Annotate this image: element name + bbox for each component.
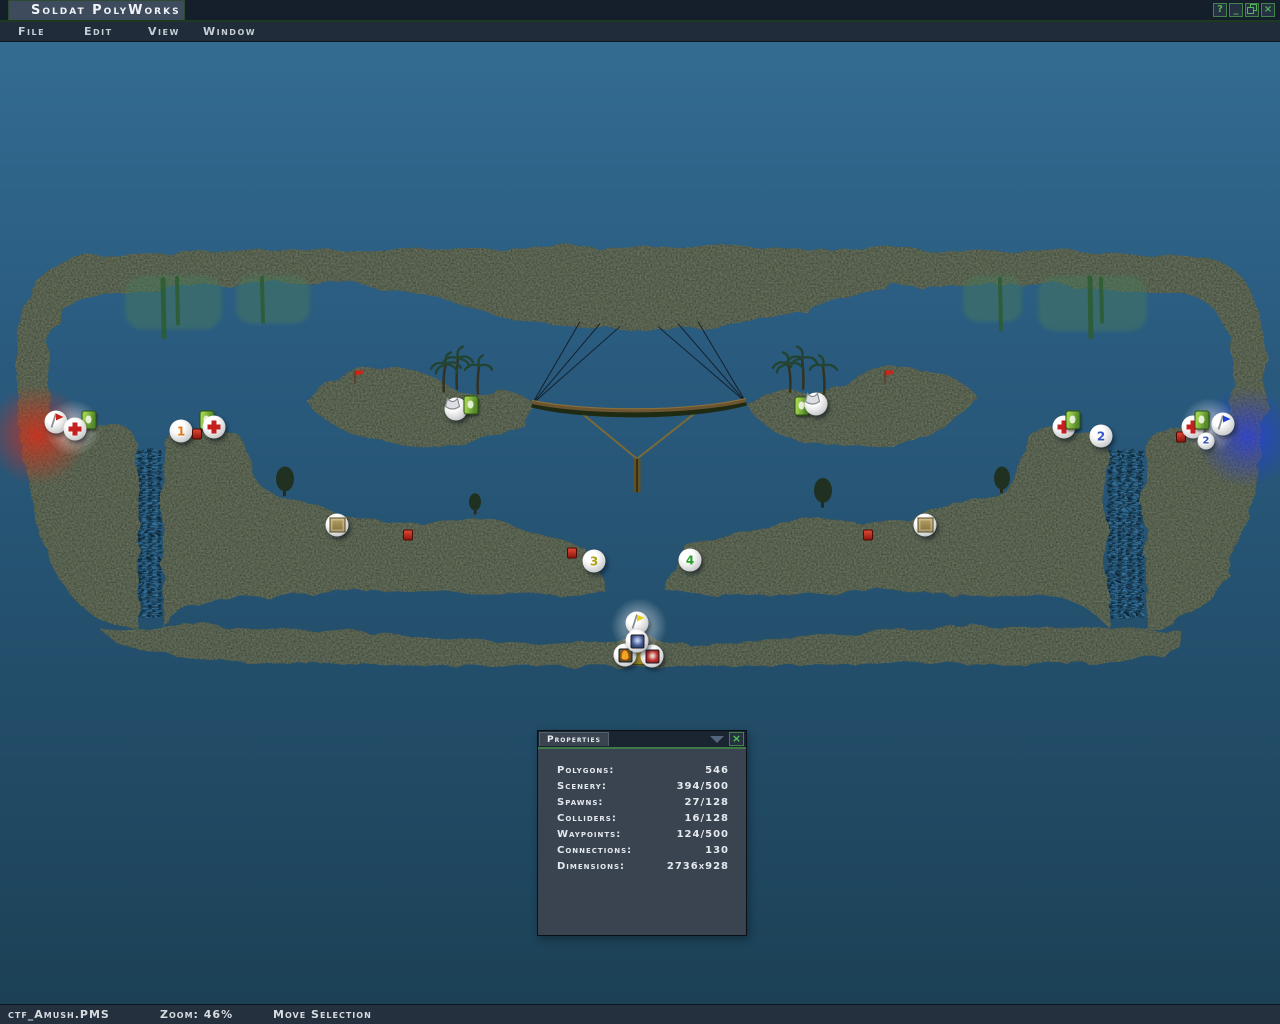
property-value: 16/128: [685, 811, 729, 827]
marker-waypoint-4[interactable]: 4: [679, 549, 702, 572]
marker-crate[interactable]: [326, 514, 349, 537]
marker-bonus-predator[interactable]: [626, 630, 649, 653]
medkit-cross-icon: [208, 421, 221, 434]
menu-file[interactable]: File: [18, 22, 45, 42]
rope-bridge[interactable]: [532, 398, 746, 492]
property-value: 124/500: [677, 827, 729, 843]
property-label: Polygons:: [557, 763, 614, 779]
medkit-cross-icon: [69, 423, 82, 436]
trees[interactable]: [276, 466, 1010, 514]
restore-button[interactable]: [1245, 3, 1259, 17]
marker-grenades[interactable]: [464, 396, 479, 415]
left-landmass[interactable]: [160, 427, 602, 624]
crate-icon: [917, 518, 933, 533]
scenery-flag-icon: [353, 371, 363, 384]
polyworks-window: Soldat PolyWorks ? _ × File Edit View Wi…: [0, 0, 1280, 1024]
status-filename: ctf_Amush.PMS: [8, 1005, 110, 1024]
right-landmass[interactable]: [663, 427, 1105, 624]
vest-icon: [805, 393, 821, 407]
marker-scenery-flag[interactable]: [353, 371, 363, 384]
marker-grenades[interactable]: [1066, 411, 1081, 430]
property-row: Polygons: 546: [538, 763, 746, 779]
predator-bonus-icon: [630, 634, 644, 648]
grenade-box-icon: [1066, 411, 1081, 430]
property-label: Waypoints:: [557, 827, 621, 843]
properties-panel[interactable]: Properties × Polygons: 546 Scenery: 394/…: [537, 730, 747, 936]
marker-scenery-flag[interactable]: [883, 371, 893, 384]
marker-medkit[interactable]: [64, 418, 87, 441]
marker-grenades[interactable]: [1195, 411, 1210, 430]
marker-waypoint-3[interactable]: 3: [583, 550, 606, 573]
left-island[interactable]: [303, 364, 534, 444]
marker-crate[interactable]: [914, 514, 937, 537]
window-title: Soldat PolyWorks: [31, 3, 181, 18]
marker-barrel[interactable]: [192, 429, 202, 440]
property-value: 394/500: [677, 779, 729, 795]
properties-title: Properties: [547, 735, 601, 745]
barrel-icon: [192, 429, 202, 440]
map-canvas[interactable]: 1 34 22 Properties × Polygons: 546 Scene…: [0, 42, 1280, 1004]
property-row: Spawns: 27/128: [538, 795, 746, 811]
property-label: Connections:: [557, 843, 632, 859]
property-row: Waypoints: 124/500: [538, 827, 746, 843]
ceiling[interactable]: [14, 244, 1265, 426]
scenery-flag-icon: [883, 371, 893, 384]
marker-waypoint-2[interactable]: 2: [1090, 425, 1113, 448]
minimize-button[interactable]: _: [1229, 3, 1243, 17]
status-tool: Move Selection: [273, 1005, 372, 1024]
status-zoom: Zoom: 46%: [160, 1005, 233, 1024]
statusbar: ctf_Amush.PMS Zoom: 46% Move Selection: [0, 1004, 1280, 1024]
property-label: Spawns:: [557, 795, 603, 811]
property-label: Scenery:: [557, 779, 607, 795]
properties-tab[interactable]: Properties: [539, 732, 609, 746]
marker-barrel[interactable]: [863, 530, 873, 541]
menubar: File Edit View Window: [0, 22, 1280, 42]
menu-view[interactable]: View: [148, 22, 180, 42]
window-controls: ? _ ×: [1213, 3, 1275, 17]
restore-icon: [1247, 4, 1257, 14]
window-titlebar[interactable]: Soldat PolyWorks ? _ ×: [0, 0, 1280, 22]
menu-edit[interactable]: Edit: [84, 22, 113, 42]
waypoint-connections[interactable]: [532, 322, 746, 404]
barrel-icon: [863, 530, 873, 541]
marker-barrel[interactable]: [567, 548, 577, 559]
barrel-icon: [403, 530, 413, 541]
vest-icon: [445, 398, 461, 412]
crate-icon: [329, 518, 345, 533]
panel-close-button[interactable]: ×: [729, 732, 744, 746]
flag-icon: [45, 411, 65, 431]
marker-vest[interactable]: [805, 393, 828, 416]
menu-window[interactable]: Window: [203, 22, 256, 42]
property-value: 2736x928: [667, 859, 729, 875]
marker-flag-blue[interactable]: [1212, 413, 1235, 436]
property-value: 130: [705, 843, 729, 859]
close-button[interactable]: ×: [1261, 3, 1275, 17]
marker-barrel[interactable]: [403, 530, 413, 541]
help-button[interactable]: ?: [1213, 3, 1227, 17]
flag-icon: [1212, 413, 1232, 433]
property-value: 546: [705, 763, 729, 779]
property-row: Colliders: 16/128: [538, 811, 746, 827]
flag-icon: [626, 612, 646, 632]
properties-panel-header[interactable]: Properties ×: [538, 731, 746, 749]
property-row: Connections: 130: [538, 843, 746, 859]
property-row: Scenery: 394/500: [538, 779, 746, 795]
marker-medkit[interactable]: [203, 416, 226, 439]
property-value: 27/128: [685, 795, 729, 811]
window-title-box: Soldat PolyWorks: [8, 0, 185, 20]
panel-collapse-icon[interactable]: [710, 736, 724, 743]
grenade-box-icon: [464, 396, 479, 415]
property-row: Dimensions: 2736x928: [538, 859, 746, 875]
grenade-box-icon: [1195, 411, 1210, 430]
marker-waypoint-1[interactable]: 1: [170, 420, 193, 443]
barrel-icon: [567, 548, 577, 559]
right-island[interactable]: [746, 364, 977, 444]
property-label: Colliders:: [557, 811, 617, 827]
property-label: Dimensions:: [557, 859, 625, 875]
properties-body: Polygons: 546 Scenery: 394/500 Spawns: 2…: [538, 749, 746, 875]
